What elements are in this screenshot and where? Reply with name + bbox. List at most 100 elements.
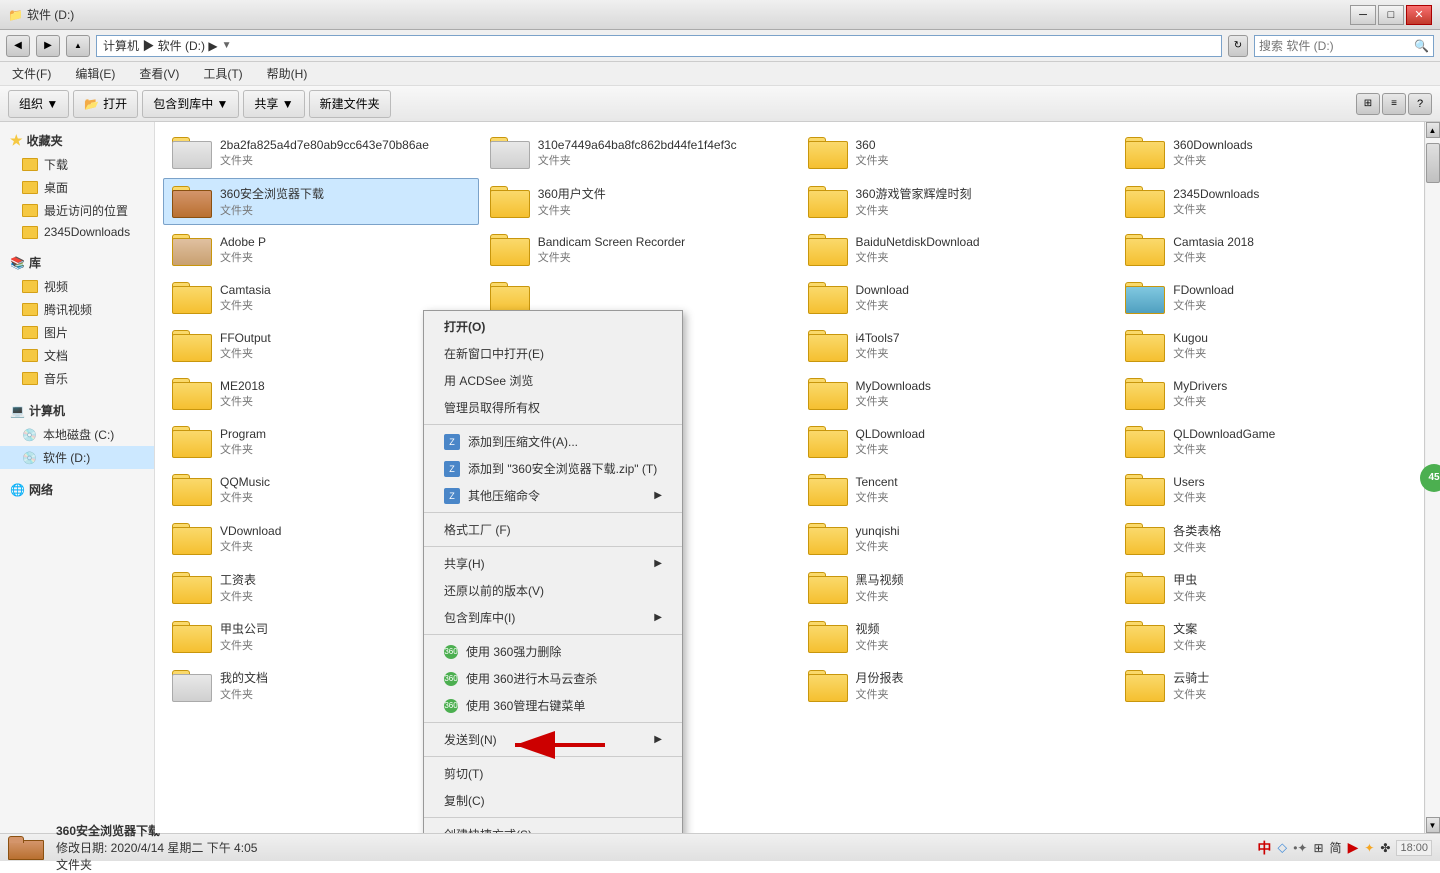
systray-icon-3[interactable]: •✦ [1293, 841, 1307, 855]
ctx-copy[interactable]: 复制(C) [424, 787, 682, 814]
ctx-create-shortcut[interactable]: 创建快捷方式(S) [424, 821, 682, 833]
file-item[interactable]: 甲虫 文件夹 [1116, 564, 1432, 611]
ctx-360-scan[interactable]: 360 使用 360进行木马云查杀 [424, 665, 682, 692]
file-item[interactable]: 310e7449a64ba8fc862bd44fe1f4ef3c 文件夹 [481, 130, 797, 176]
file-item[interactable]: 月份报表 文件夹 [799, 662, 1115, 709]
sidebar-item-music[interactable]: 音乐 [0, 367, 154, 390]
systray-icon-6[interactable]: ▶ [1348, 839, 1359, 856]
sidebar-item-desktop[interactable]: 桌面 [0, 176, 154, 199]
organize-button[interactable]: 组织 ▼ [8, 90, 69, 118]
file-item[interactable]: QLDownload 文件夹 [799, 419, 1115, 465]
menu-view[interactable]: 查看(V) [135, 63, 183, 84]
address-box[interactable]: 计算机 ▶ 软件 (D:) ▶ ▼ [96, 35, 1222, 57]
forward-button[interactable]: ▶ [36, 35, 60, 57]
menu-help[interactable]: 帮助(H) [263, 63, 312, 84]
address-dropdown-icon[interactable]: ▼ [222, 40, 232, 51]
systray-icon-2[interactable]: ⬦ [1277, 839, 1287, 856]
ctx-share[interactable]: 共享(H)▶ [424, 550, 682, 577]
sidebar-item-video[interactable]: 视频 [0, 275, 154, 298]
scrollbar[interactable]: ▲ ▼ 45 [1424, 122, 1440, 833]
ctx-compress-named[interactable]: Z 添加到 "360安全浏览器下载.zip" (T) [424, 455, 682, 482]
file-item[interactable]: 视频 文件夹 [799, 613, 1115, 660]
file-item[interactable]: 360Downloads 文件夹 [1116, 130, 1432, 176]
menu-file[interactable]: 文件(F) [8, 63, 55, 84]
file-item[interactable]: 360用户文件 文件夹 [481, 178, 797, 225]
sidebar-item-2345downloads[interactable]: 2345Downloads [0, 222, 154, 242]
sidebar-item-qqvideo[interactable]: 腾讯视频 [0, 298, 154, 321]
ctx-360-manage[interactable]: 360 使用 360管理右键菜单 [424, 692, 682, 719]
ctx-compress[interactable]: Z 添加到压缩文件(A)... [424, 428, 682, 455]
ctx-other-compress[interactable]: Z 其他压缩命令 ▶ [424, 482, 682, 509]
file-item[interactable]: QLDownloadGame 文件夹 [1116, 419, 1432, 465]
ctx-format-factory[interactable]: 格式工厂 (F) [424, 516, 682, 543]
file-item[interactable]: 各类表格 文件夹 [1116, 515, 1432, 562]
refresh-button[interactable]: ↻ [1228, 35, 1248, 57]
new-folder-button[interactable]: 新建文件夹 [309, 90, 391, 118]
ctx-acdsee[interactable]: 用 ACDSee 浏览 [424, 367, 682, 394]
scroll-thumb[interactable] [1426, 143, 1440, 183]
file-item[interactable]: 2345Downloads 文件夹 [1116, 178, 1432, 225]
ctx-360-delete[interactable]: 360 使用 360强力删除 [424, 638, 682, 665]
ctx-restore[interactable]: 还原以前的版本(V) [424, 577, 682, 604]
file-item[interactable]: yunqishi 文件夹 [799, 515, 1115, 562]
scroll-down-button[interactable]: ▼ [1426, 817, 1440, 833]
file-item[interactable]: 云骑士 文件夹 [1116, 662, 1432, 709]
file-item[interactable]: 黑马视频 文件夹 [799, 564, 1115, 611]
file-item[interactable]: 360 文件夹 [799, 130, 1115, 176]
open-button[interactable]: 📂 打开 [73, 90, 138, 118]
file-item[interactable]: 360游戏管家辉煌时刻 文件夹 [799, 178, 1115, 225]
menu-tools[interactable]: 工具(T) [199, 63, 246, 84]
help-button[interactable]: ? [1408, 93, 1432, 115]
file-item[interactable]: Tencent 文件夹 [799, 467, 1115, 513]
ctx-open-new-window[interactable]: 在新窗口中打开(E) [424, 340, 682, 367]
minimize-button[interactable]: ─ [1350, 5, 1376, 25]
ctx-open[interactable]: 打开(O) [424, 313, 682, 340]
include-library-button[interactable]: 包含到库中 ▼ [142, 90, 239, 118]
close-button[interactable]: ✕ [1406, 5, 1432, 25]
sidebar-item-d-drive[interactable]: 💿 软件 (D:) [0, 446, 154, 469]
search-box[interactable]: 🔍 [1254, 35, 1434, 57]
sidebar-item-c-drive[interactable]: 💿 本地磁盘 (C:) [0, 423, 154, 446]
back-button[interactable]: ◀ [6, 35, 30, 57]
file-item[interactable]: Download 文件夹 [799, 275, 1115, 321]
network-header[interactable]: 🌐 网络 [0, 477, 154, 502]
file-item[interactable]: i4Tools7 文件夹 [799, 323, 1115, 369]
sidebar-item-pictures[interactable]: 图片 [0, 321, 154, 344]
file-item[interactable]: 文案 文件夹 [1116, 613, 1432, 660]
up-button[interactable]: ▲ [66, 35, 90, 57]
ctx-cut[interactable]: 剪切(T) [424, 760, 682, 787]
file-item-selected[interactable]: 360安全浏览器下载 文件夹 [163, 178, 479, 225]
file-item[interactable]: MyDrivers 文件夹 [1116, 371, 1432, 417]
search-icon[interactable]: 🔍 [1414, 39, 1429, 53]
file-item[interactable]: 2ba2fa825a4d7e80ab9cc643e70b86ae 文件夹 [163, 130, 479, 176]
systray-icon-4[interactable]: ⊞ [1313, 841, 1323, 855]
menu-edit[interactable]: 编辑(E) [71, 63, 119, 84]
file-item[interactable]: Kugou 文件夹 [1116, 323, 1432, 369]
favorites-header[interactable]: ★ 收藏夹 [0, 128, 154, 153]
view-list-button[interactable]: ⊞ [1356, 93, 1380, 115]
systray-icon-5[interactable]: 简 [1330, 839, 1342, 856]
file-item[interactable]: FDownload 文件夹 [1116, 275, 1432, 321]
search-input[interactable] [1259, 39, 1414, 53]
systray-icon-7[interactable]: ✦ [1364, 841, 1374, 855]
ctx-include-library[interactable]: 包含到库中(I)▶ [424, 604, 682, 631]
file-item[interactable]: Adobe P 文件夹 [163, 227, 479, 273]
scroll-up-button[interactable]: ▲ [1426, 122, 1440, 138]
file-item[interactable]: MyDownloads 文件夹 [799, 371, 1115, 417]
file-item[interactable]: Users 文件夹 [1116, 467, 1432, 513]
ctx-sendto[interactable]: 发送到(N)▶ [424, 726, 682, 753]
file-item[interactable]: Camtasia 2018 文件夹 [1116, 227, 1432, 273]
computer-header[interactable]: 💻 计算机 [0, 398, 154, 423]
sidebar-item-docs[interactable]: 文档 [0, 344, 154, 367]
library-header[interactable]: 📚 库 [0, 250, 154, 275]
sidebar-item-download[interactable]: 下载 [0, 153, 154, 176]
systray-icon-8[interactable]: ✤ [1380, 841, 1390, 855]
maximize-button[interactable]: □ [1378, 5, 1404, 25]
file-item[interactable]: BaiduNetdiskDownload 文件夹 [799, 227, 1115, 273]
systray-icon-1[interactable]: 中 [1257, 838, 1271, 858]
file-item[interactable]: Bandicam Screen Recorder 文件夹 [481, 227, 797, 273]
sidebar-item-recent[interactable]: 最近访问的位置 [0, 199, 154, 222]
share-button[interactable]: 共享 ▼ [243, 90, 304, 118]
view-details-button[interactable]: ≡ [1382, 93, 1406, 115]
ctx-admin[interactable]: 管理员取得所有权 [424, 394, 682, 421]
